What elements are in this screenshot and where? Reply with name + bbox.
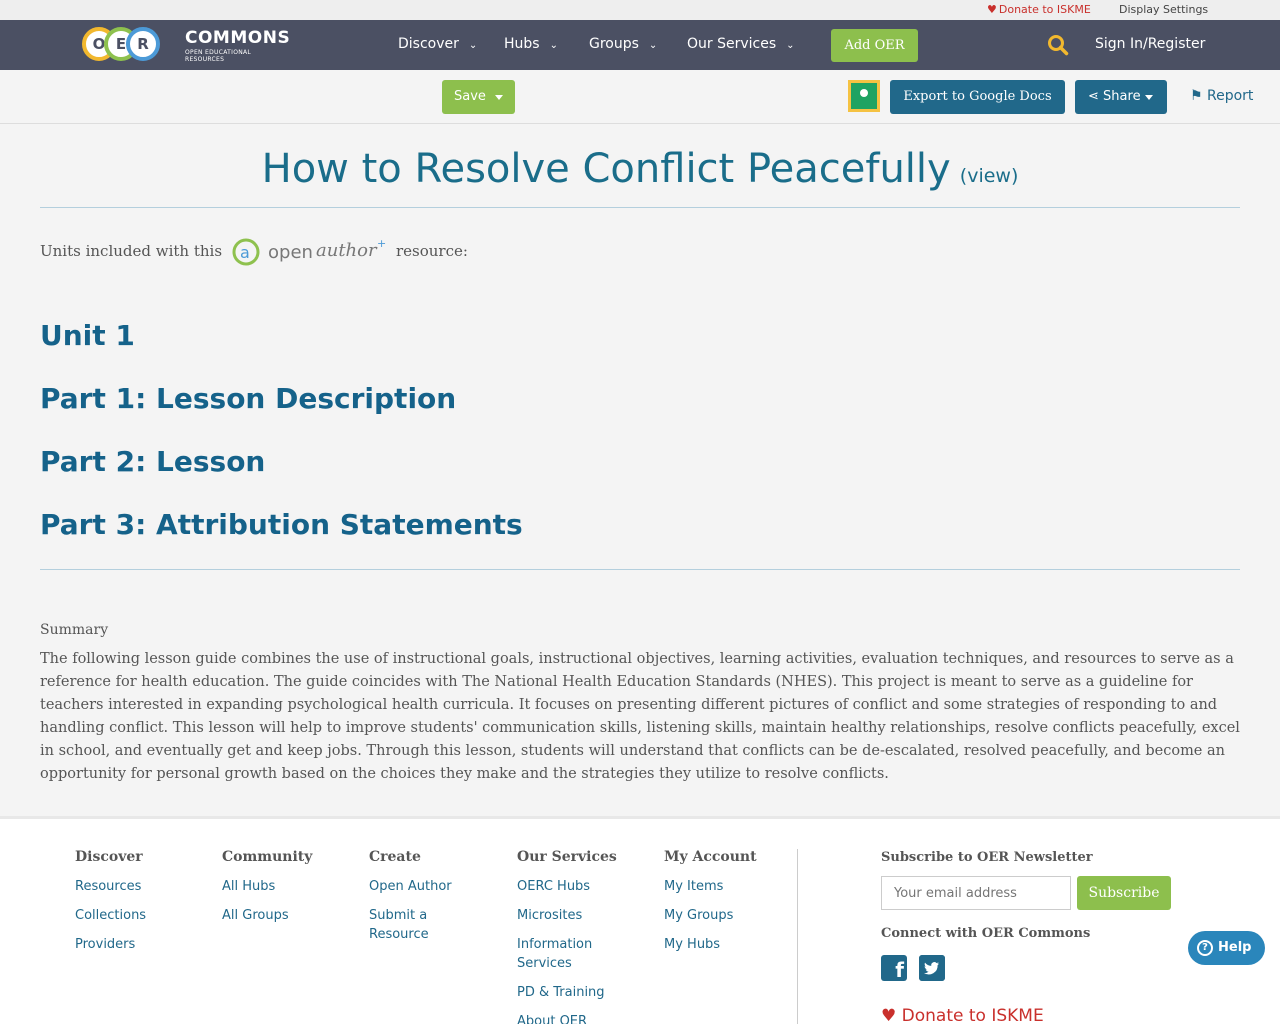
search-icon[interactable] — [1047, 34, 1069, 56]
save-button[interactable]: Save — [442, 80, 515, 114]
unit-link-3[interactable]: Part 2: Lesson — [40, 445, 265, 478]
footer-link[interactable]: All Groups — [222, 906, 342, 925]
svg-text:a: a — [240, 243, 250, 262]
connect-title: Connect with OER Commons — [881, 926, 1091, 941]
chevron-down-icon: ⌄ — [549, 40, 558, 51]
footer-link[interactable]: About OER — [517, 1012, 637, 1024]
title-divider — [40, 207, 1240, 208]
nav-groups-label: Groups — [589, 36, 639, 52]
caret-down-icon — [1145, 95, 1153, 100]
footer-col-create: Create Open Author Submit a Resource — [369, 849, 489, 954]
nav-discover[interactable]: Discover ⌄ — [398, 36, 477, 52]
share-button[interactable]: ⋖ Share — [1075, 80, 1167, 114]
footer-heading: Our Services — [517, 849, 617, 865]
display-settings-link[interactable]: Display Settings — [1119, 3, 1208, 16]
footer-link[interactable]: Information Services — [517, 935, 607, 973]
footer-col-community: Community All Hubs All Groups — [222, 849, 342, 935]
newsletter-title: Subscribe to OER Newsletter — [881, 850, 1093, 865]
footer-link[interactable]: Collections — [75, 906, 195, 925]
chevron-down-icon: ⌄ — [648, 40, 658, 51]
summary-text: The following lesson guide combines the … — [40, 651, 1240, 782]
facebook-icon[interactable]: f — [881, 955, 907, 982]
units-label: Units included with this — [40, 242, 223, 260]
chevron-down-icon: ⌄ — [468, 40, 478, 51]
logo-letter-r: R — [126, 27, 160, 61]
page-title: How to Resolve Conflict Peacefully — [261, 146, 951, 192]
heart-icon: ♥ — [987, 3, 997, 16]
footer-heading: Discover — [75, 849, 143, 865]
add-oer-button[interactable]: Add OER — [831, 29, 918, 62]
nav-hubs-label: Hubs — [504, 36, 540, 52]
site-footer: Discover Resources Collections Providers… — [0, 816, 1280, 1024]
footer-col-my-account: My Account My Items My Groups My Hubs — [664, 849, 784, 964]
chevron-down-icon: ⌄ — [786, 40, 795, 51]
utility-bar: ♥ Donate to ISKME Display Settings — [0, 0, 1280, 20]
footer-link[interactable]: Providers — [75, 935, 195, 954]
report-label: Report — [1207, 88, 1254, 104]
logo-tagline: OPEN EDUCATIONAL RESOURCES — [185, 49, 252, 63]
footer-link[interactable]: OERC Hubs — [517, 877, 637, 896]
nav-our-services-label: Our Services — [687, 36, 777, 52]
donate-link-top[interactable]: ♥ Donate to ISKME — [987, 3, 1091, 16]
footer-col-discover: Discover Resources Collections Providers — [75, 849, 195, 964]
resource-label: resource: — [396, 242, 468, 260]
footer-link[interactable]: Microsites — [517, 906, 637, 925]
title-row: How to Resolve Conflict Peacefully (view… — [40, 146, 1240, 192]
save-label: Save — [454, 89, 486, 104]
footer-divider — [797, 849, 798, 1024]
summary-label: Summary — [40, 622, 109, 638]
google-classroom-icon[interactable] — [848, 80, 880, 112]
nav-groups[interactable]: Groups ⌄ — [589, 36, 657, 52]
open-author-logo: a open author + — [232, 237, 386, 266]
twitter-icon[interactable] — [919, 955, 945, 981]
resource-toolbar: Save Export to Google Docs ⋖ Share ⚑ Rep… — [0, 70, 1280, 124]
footer-link[interactable]: All Hubs — [222, 877, 342, 896]
main-nav: O E R COMMONS OPEN EDUCATIONAL RESOURCES… — [0, 20, 1280, 70]
footer-link[interactable]: My Hubs — [664, 935, 784, 954]
share-label: Share — [1103, 89, 1141, 104]
newsletter-email-input[interactable] — [881, 876, 1071, 910]
resource-content: How to Resolve Conflict Peacefully (view… — [20, 124, 1260, 816]
unit-link-2[interactable]: Part 1: Lesson Description — [40, 382, 456, 415]
help-button[interactable]: ? Help — [1188, 931, 1265, 965]
donate-link-footer[interactable]: ♥ Donate to ISKME — [881, 1006, 1044, 1024]
export-google-docs-button[interactable]: Export to Google Docs — [890, 80, 1065, 114]
svg-text:open: open — [268, 242, 313, 263]
donate-label: Donate to ISKME — [998, 3, 1091, 16]
caret-down-icon — [495, 95, 503, 100]
nav-hubs[interactable]: Hubs ⌄ — [504, 36, 558, 52]
share-icon: ⋖ — [1088, 89, 1099, 104]
svg-text:+: + — [377, 237, 386, 250]
nav-our-services[interactable]: Our Services ⌄ — [687, 36, 795, 52]
flag-icon: ⚑ — [1190, 88, 1203, 104]
sign-in-register-link[interactable]: Sign In/Register — [1095, 36, 1205, 52]
footer-heading: My Account — [664, 849, 757, 865]
svg-text:author: author — [316, 240, 378, 261]
footer-link[interactable]: Open Author — [369, 877, 489, 896]
oer-commons-logo[interactable]: O E R COMMONS OPEN EDUCATIONAL RESOURCES — [82, 25, 292, 65]
footer-link[interactable]: My Groups — [664, 906, 784, 925]
logo-wordmark: COMMONS — [185, 28, 291, 48]
footer-link[interactable]: PD & Training — [517, 983, 637, 1002]
footer-link[interactable]: Submit a Resource — [369, 906, 489, 944]
unit-link-4[interactable]: Part 3: Attribution Statements — [40, 508, 523, 541]
footer-link[interactable]: Resources — [75, 877, 195, 896]
donate-footer-label: Donate to ISKME — [901, 1006, 1044, 1024]
help-label: Help — [1218, 940, 1252, 955]
footer-link[interactable]: My Items — [664, 877, 784, 896]
unit-link-1[interactable]: Unit 1 — [40, 319, 135, 352]
report-link[interactable]: ⚑ Report — [1190, 88, 1253, 104]
heart-icon: ♥ — [881, 1006, 897, 1024]
footer-heading: Community — [222, 849, 313, 865]
footer-heading: Create — [369, 849, 421, 865]
question-icon: ? — [1197, 940, 1213, 956]
footer-col-our-services: Our Services OERC Hubs Microsites Inform… — [517, 849, 637, 1024]
units-divider — [40, 569, 1240, 570]
subscribe-button[interactable]: Subscribe — [1077, 876, 1171, 910]
nav-discover-label: Discover — [398, 36, 459, 52]
view-link[interactable]: (view) — [960, 165, 1019, 187]
